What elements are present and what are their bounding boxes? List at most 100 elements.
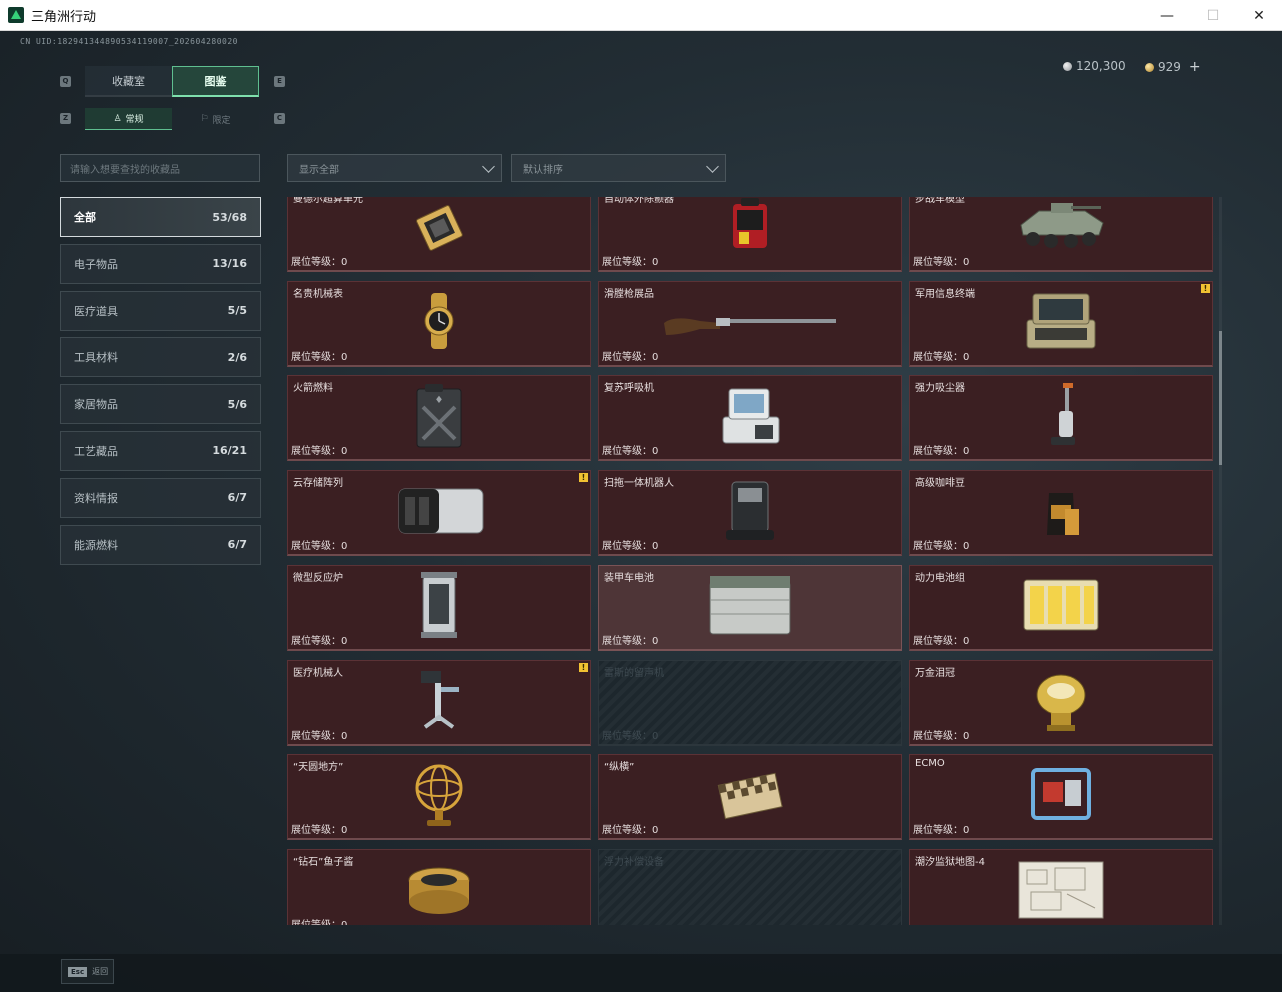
item-name: 军用信息终端 [915, 288, 975, 300]
add-currency-icon[interactable]: + [1189, 59, 1201, 75]
item-name: “天圆地方” [293, 762, 344, 774]
tank-icon [1011, 199, 1111, 259]
minimize-button[interactable]: — [1144, 0, 1190, 31]
collection-item-card[interactable]: 装甲车电池展位等级：0 [598, 564, 902, 651]
collection-item-card[interactable]: 雷斯的留声机 展位等级：0 [598, 659, 902, 746]
collection-item-card[interactable]: “纵横” 展位等级：0 [598, 754, 902, 841]
collection-item-card[interactable]: ECMO 展位等级：0 [909, 754, 1213, 841]
collection-item-card[interactable]: 扫拖一体机器人 展位等级：0 [598, 470, 902, 557]
collection-grid: 曼德尔超算单元 展位等级：0 自动体外除颤器 展位等级：0 步战车模型 展位等级：0 名贵机… [287, 197, 1214, 925]
collection-item-card[interactable]: 云存储阵列 展位等级：0! [287, 470, 591, 557]
collection-item-card[interactable]: 动力电池组 展位等级：0 [909, 564, 1213, 651]
item-name: 装甲车电池 [604, 572, 654, 584]
map-icon [1015, 858, 1107, 924]
category-count: 2/6 [227, 350, 247, 364]
gold-currency[interactable]: 929 + [1145, 59, 1201, 75]
item-name: 雷斯的留声机 [604, 667, 664, 679]
terminal-icon [1021, 290, 1101, 356]
key-hint-z: Z [60, 113, 71, 124]
pawn-icon: ♙ [113, 113, 122, 124]
esc-key-hint: Esc [68, 966, 88, 977]
item-name: 万金泪冠 [915, 667, 955, 679]
back-button[interactable]: Esc 返回 [61, 959, 114, 984]
subtab-regular[interactable]: ♙ 常规 [85, 108, 172, 130]
category-crafts[interactable]: 工艺藏品 16/21 [60, 430, 261, 471]
category-fuel[interactable]: 能源燃料 6/7 [60, 524, 261, 565]
collection-item-card[interactable]: 军用信息终端 展位等级：0! [909, 280, 1213, 367]
egg-icon [1029, 665, 1093, 739]
category-label: 全部 [74, 211, 96, 224]
collection-item-card[interactable]: 名贵机械表 展位等级：0 [287, 280, 591, 367]
battery-icon [702, 570, 798, 644]
item-name: 强力吸尘器 [915, 383, 965, 395]
flag-icon: ⚐ [200, 114, 209, 124]
item-level: 展位等级：0 [291, 257, 348, 268]
item-level: 展位等级：0 [602, 541, 659, 553]
server-icon [389, 481, 489, 545]
tab-codex[interactable]: 图鉴 [172, 66, 259, 97]
jerrycan-icon: ♦ [411, 383, 467, 453]
collection-item-card[interactable]: “钻石”鱼子酱展位等级：0 [287, 848, 591, 925]
close-button[interactable]: ✕ [1236, 0, 1282, 31]
medbot-icon [411, 667, 467, 737]
collection-item-card[interactable]: 自动体外除颤器 展位等级：0 [598, 197, 902, 272]
category-household[interactable]: 家居物品 5/6 [60, 384, 261, 425]
silver-amount: 120,300 [1076, 59, 1126, 73]
category-list: 全部 53/68 电子物品 13/16 医疗道具 5/5 工具材料 2/6 家居… [60, 197, 261, 571]
category-count: 6/7 [227, 538, 247, 552]
gold-amount: 929 [1158, 60, 1181, 74]
game-view: CN UID:1829413448905341190​07_2026042800… [0, 31, 1282, 992]
category-tools[interactable]: 工具材料 2/6 [60, 337, 261, 378]
scroll-track[interactable] [1219, 197, 1222, 925]
item-level: 展位等级：0 [291, 916, 347, 925]
player-uid: CN UID:1829413448905341190​07_2026042800… [20, 37, 238, 46]
category-all[interactable]: 全部 53/68 [60, 197, 261, 237]
collection-item-card[interactable]: 万金泪冠展位等级：0 [909, 659, 1213, 746]
window-title: 三角洲行动 [31, 9, 97, 25]
subtab-limited-label: 限定 [212, 115, 231, 126]
collection-item-card[interactable]: 火箭燃料 ♦ 展位等级：0 [287, 375, 591, 462]
item-name: ECMO [915, 758, 945, 770]
subtab-limited[interactable]: ⚐ 限定 [172, 108, 259, 130]
maximize-button[interactable]: ☐ [1190, 0, 1236, 31]
category-electronics[interactable]: 电子物品 13/16 [60, 243, 261, 284]
chevron-down-icon [706, 160, 719, 173]
key-hint-e: E [274, 76, 285, 87]
tab-collection-room[interactable]: 收藏室 [85, 66, 172, 97]
collection-item-card[interactable]: 高级咖啡豆 展位等级：0 [909, 470, 1213, 557]
item-name: “钻石”鱼子酱 [293, 856, 354, 868]
collection-item-card[interactable]: 滑膛枪展品 展位等级：0 [598, 280, 902, 367]
collection-item-card[interactable]: 潮汐监狱地图-4 [909, 848, 1213, 925]
filter-dropdown[interactable]: 显示全部 [287, 154, 502, 182]
collection-item-card[interactable]: 医疗机械人 展位等级：0! [287, 659, 591, 746]
item-level: 展位等级：0 [913, 730, 970, 742]
item-name: 步战车模型 [915, 197, 965, 205]
item-name: 云存储阵列 [293, 478, 343, 490]
category-label: 工艺藏品 [74, 444, 118, 458]
category-medical[interactable]: 医疗道具 5/5 [60, 290, 261, 331]
collection-item-card[interactable]: “天圆地方” 展位等级：0 [287, 754, 591, 841]
sort-dropdown[interactable]: 默认排序 [511, 154, 726, 182]
robot-icon [720, 478, 780, 548]
item-name: 微型反应炉 [293, 572, 343, 584]
collection-item-card[interactable]: 强力吸尘器 展位等级：0 [909, 375, 1213, 462]
category-label: 电子物品 [74, 257, 118, 271]
collection-item-card[interactable]: 浮力补偿设备 [598, 848, 902, 925]
item-level: 展位等级：0 [602, 635, 659, 647]
collection-item-card[interactable]: 步战车模型展位等级：0 [909, 197, 1213, 272]
item-level: 展位等级：0 [291, 635, 348, 647]
item-level: 展位等级：0 [913, 257, 970, 268]
category-intel[interactable]: 资料情报 6/7 [60, 477, 261, 518]
search-input[interactable]: 请输入想要查找的收藏品 [60, 154, 260, 182]
key-hint-q: Q [60, 76, 71, 87]
item-name: 动力电池组 [915, 572, 965, 584]
collection-item-card[interactable]: 曼德尔超算单元 展位等级：0 [287, 197, 591, 272]
silver-coin-icon [1063, 61, 1072, 71]
collection-item-card[interactable]: 微型反应炉展位等级：0 [287, 564, 591, 651]
filter-value: 显示全部 [299, 164, 339, 176]
main-tabs: 收藏室 图鉴 [85, 66, 259, 97]
collection-item-card[interactable]: 复苏呼吸机 展位等级：0 [598, 375, 902, 462]
aed-icon [725, 197, 775, 262]
scrollbar-thumb[interactable] [1219, 331, 1222, 465]
item-name: 名贵机械表 [293, 288, 343, 300]
